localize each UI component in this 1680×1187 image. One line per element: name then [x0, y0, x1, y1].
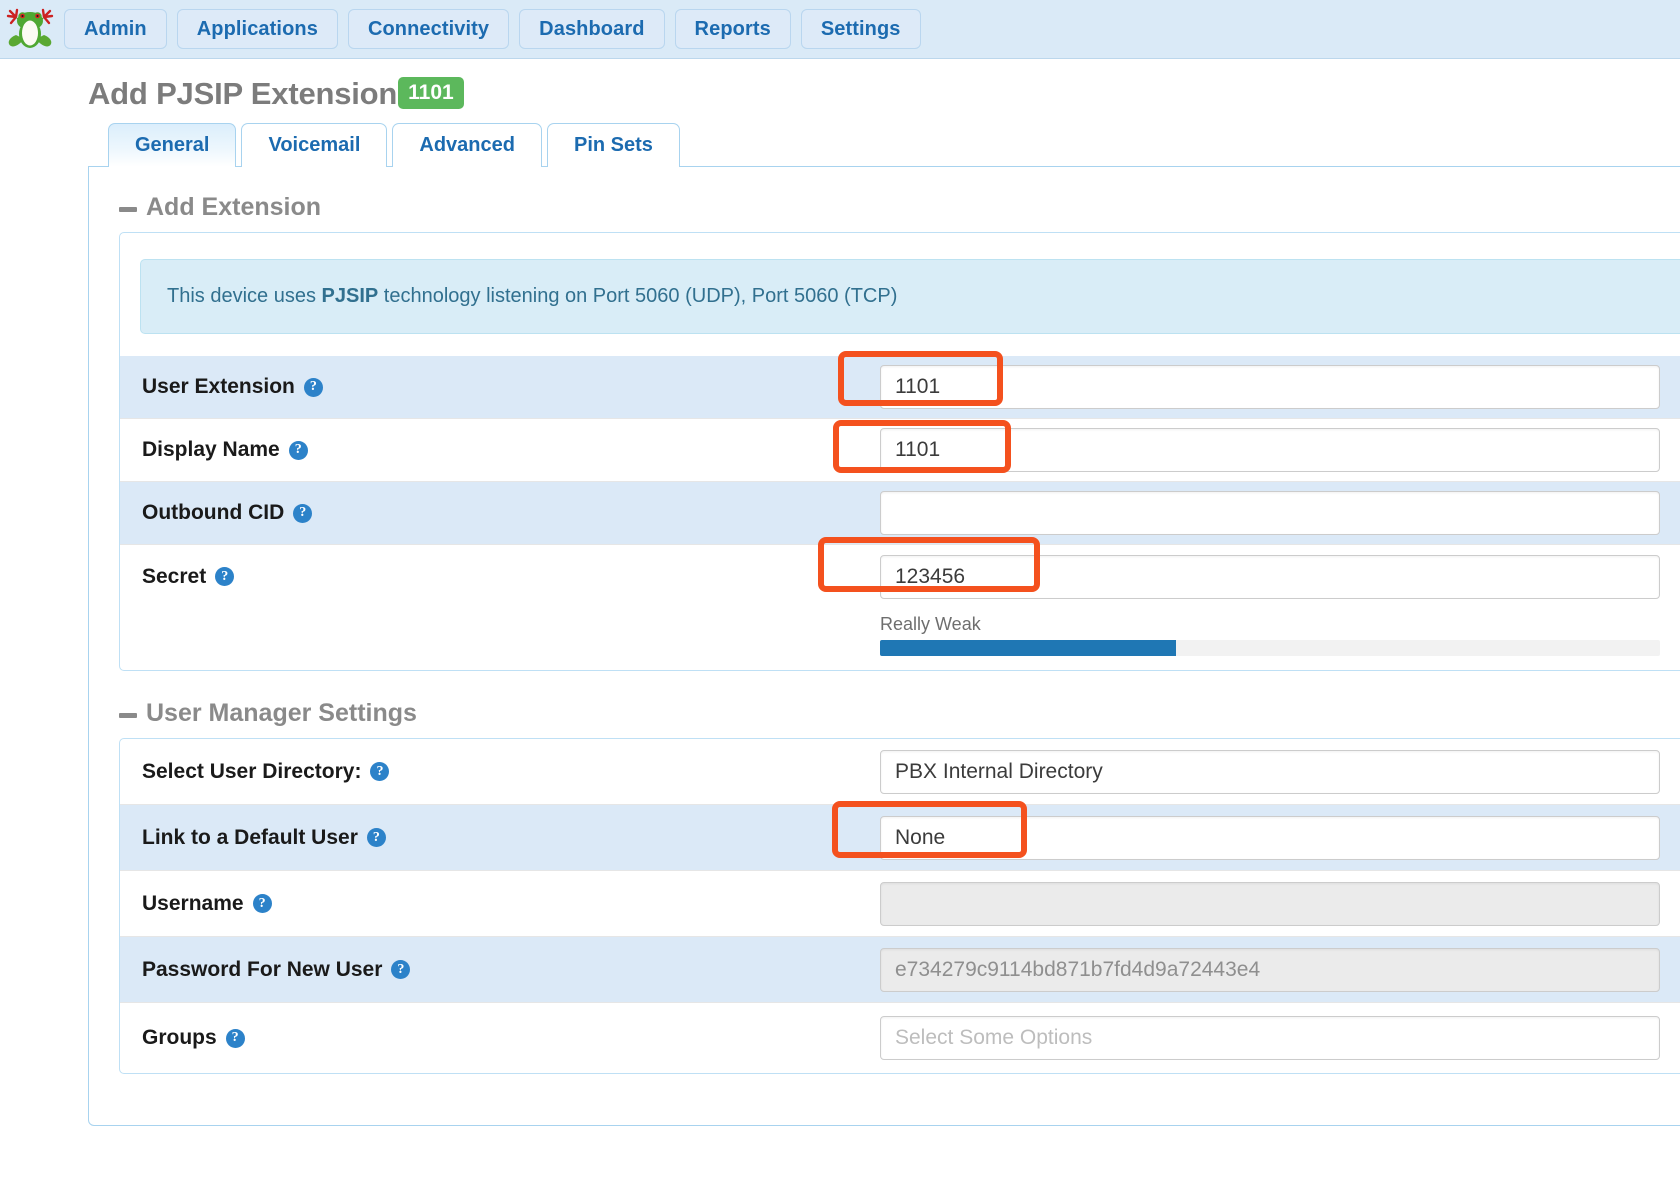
label-outbound-cid: Outbound CID ? — [120, 501, 880, 525]
top-navbar: Admin Applications Connectivity Dashboar… — [0, 0, 1680, 59]
help-icon[interactable]: ? — [225, 1028, 245, 1048]
row-password-new-user: Password For New User ? — [120, 937, 1680, 1003]
extension-tabs: General Voicemail Advanced Pin Sets — [108, 123, 1680, 167]
tab-label: Advanced — [419, 134, 515, 156]
row-outbound-cid: Outbound CID ? — [120, 482, 1680, 545]
help-icon[interactable]: ? — [288, 440, 308, 460]
control-user-extension — [880, 365, 1680, 409]
collapse-minus-icon[interactable] — [119, 712, 137, 718]
nav-item-applications[interactable]: Applications — [176, 9, 338, 49]
help-icon[interactable]: ? — [215, 567, 235, 586]
select-user-directory-select[interactable] — [880, 749, 1660, 794]
nav-item-label: Applications — [196, 17, 318, 40]
collapse-minus-icon[interactable] — [119, 206, 137, 212]
row-groups: Groups ? — [120, 1003, 1680, 1073]
row-link-default-user: Link to a Default User ? — [120, 801, 1680, 871]
password-strength-bar — [880, 640, 1660, 656]
nav-item-admin[interactable]: Admin — [64, 9, 167, 49]
tab-advanced[interactable]: Advanced — [392, 123, 542, 167]
nav-item-reports[interactable]: Reports — [674, 9, 791, 49]
tab-pin-sets[interactable]: Pin Sets — [546, 123, 680, 167]
freepbx-frog-logo-icon[interactable] — [4, 5, 56, 53]
page-header: Add PJSIP Extension 1101 — [0, 59, 1680, 109]
row-user-extension: User Extension ? — [120, 351, 1680, 419]
nav-item-settings[interactable]: Settings — [800, 9, 921, 49]
label-password-new-user: Password For New User ? — [120, 958, 880, 982]
password-strength-meter: Really Weak — [880, 608, 1660, 670]
help-icon[interactable]: ? — [366, 828, 386, 847]
outbound-cid-input[interactable] — [880, 491, 1660, 535]
tab-voicemail[interactable]: Voicemail — [241, 123, 388, 167]
page-title: Add PJSIP Extension — [88, 75, 398, 111]
groups-multiselect[interactable] — [880, 1016, 1660, 1060]
nav-item-dashboard[interactable]: Dashboard — [519, 9, 665, 49]
alert-prefix: This device uses — [167, 285, 322, 307]
secret-strength-container: Really Weak — [120, 608, 1680, 670]
field-label-text: Select User Directory: — [142, 759, 362, 783]
help-icon[interactable]: ? — [391, 960, 411, 979]
control-username — [880, 881, 1680, 926]
nav-item-label: Connectivity — [367, 17, 490, 40]
pjsip-technology-alert: This device uses PJSIP technology listen… — [140, 259, 1680, 334]
field-label-text: Outbound CID — [142, 501, 285, 524]
field-label-text: Groups — [142, 1026, 217, 1049]
label-groups: Groups ? — [120, 1026, 880, 1050]
control-link-default-user — [880, 815, 1680, 860]
label-secret: Secret ? — [120, 565, 880, 589]
label-select-user-directory: Select User Directory: ? — [120, 760, 880, 784]
alert-suffix: technology listening on Port 5060 (UDP),… — [378, 285, 898, 307]
label-link-default-user: Link to a Default User ? — [120, 826, 880, 850]
help-icon[interactable]: ? — [293, 503, 313, 523]
password-strength-label: Really Weak — [880, 614, 981, 634]
field-label-text: Secret — [142, 564, 207, 588]
link-default-user-select[interactable] — [880, 815, 1660, 860]
alert-tech: PJSIP — [321, 285, 379, 307]
nav-item-connectivity[interactable]: Connectivity — [347, 9, 510, 49]
display-name-input[interactable] — [880, 428, 1660, 472]
label-display-name: Display Name ? — [120, 438, 880, 462]
section-header-user-manager[interactable]: User Manager Settings — [119, 699, 1680, 728]
row-select-user-directory: Select User Directory: ? — [120, 739, 1680, 805]
help-icon[interactable]: ? — [252, 894, 272, 913]
label-username: Username ? — [120, 892, 880, 916]
section-title: User Manager Settings — [146, 699, 417, 727]
user-manager-fieldset: Select User Directory: ? Link to a Defau… — [119, 738, 1680, 1074]
field-label-text: Link to a Default User — [142, 825, 358, 849]
user-extension-input[interactable] — [880, 365, 1660, 409]
nav-item-label: Dashboard — [539, 17, 645, 40]
tab-label: Voicemail — [268, 134, 361, 156]
control-select-user-directory — [880, 749, 1680, 794]
extension-number-badge: 1101 — [398, 77, 464, 109]
row-username: Username ? — [120, 871, 1680, 937]
field-label-text: Password For New User — [142, 957, 383, 981]
password-strength-fill — [880, 640, 1177, 656]
control-password-new-user — [880, 947, 1680, 992]
help-icon[interactable]: ? — [303, 377, 323, 397]
label-user-extension: User Extension ? — [120, 375, 880, 399]
tab-label: Pin Sets — [573, 134, 653, 156]
control-display-name — [880, 428, 1680, 472]
nav-item-label: Admin — [84, 17, 147, 40]
section-header-add-extension[interactable]: Add Extension — [119, 193, 1680, 222]
control-groups — [880, 1016, 1680, 1060]
control-secret — [880, 554, 1680, 599]
section-title: Add Extension — [146, 193, 322, 221]
tab-label: General — [135, 134, 210, 156]
nav-item-label: Reports — [694, 17, 771, 40]
tab-general[interactable]: General — [108, 123, 237, 167]
help-icon[interactable]: ? — [370, 762, 390, 781]
password-new-user-input[interactable] — [880, 947, 1660, 992]
secret-input[interactable] — [880, 554, 1660, 599]
username-input[interactable] — [880, 881, 1660, 926]
row-display-name: Display Name ? — [120, 419, 1680, 482]
row-secret: Secret ? — [120, 537, 1680, 608]
field-label-text: Display Name — [142, 438, 280, 461]
field-label-text: User Extension — [142, 375, 295, 398]
general-tab-panel: Add Extension This device uses PJSIP tec… — [88, 166, 1680, 1126]
nav-item-label: Settings — [820, 17, 901, 40]
add-extension-fieldset: This device uses PJSIP technology listen… — [119, 232, 1680, 671]
field-label-text: Username — [142, 891, 244, 915]
control-outbound-cid — [880, 491, 1680, 535]
